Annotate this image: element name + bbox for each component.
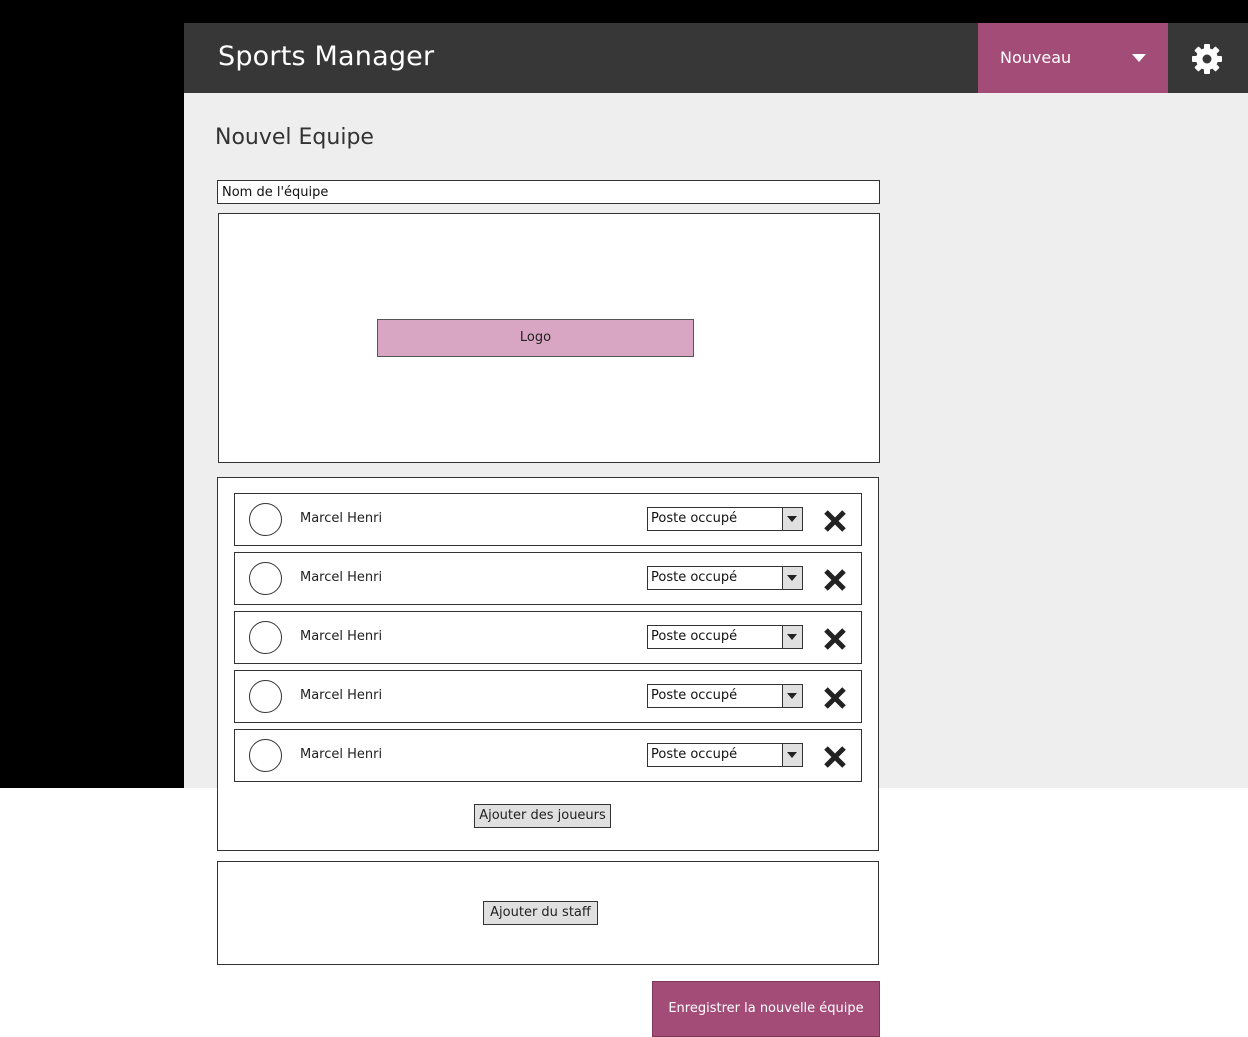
player-row: Marcel Henri Poste occupé (234, 611, 862, 664)
add-players-button[interactable]: Ajouter des joueurs (474, 804, 611, 828)
gear-icon[interactable] (1191, 43, 1223, 75)
chevron-down-icon (782, 508, 802, 530)
avatar (249, 739, 282, 772)
logo-upload-area: Logo (218, 213, 880, 463)
role-select-value: Poste occupé (651, 747, 738, 762)
avatar (249, 621, 282, 654)
page-title: Nouvel Equipe (215, 125, 374, 150)
close-icon[interactable] (823, 686, 847, 710)
team-name-input[interactable] (217, 180, 880, 204)
logo-button[interactable]: Logo (377, 319, 694, 357)
avatar (249, 562, 282, 595)
left-black-area (0, 0, 184, 788)
role-select[interactable]: Poste occupé (647, 507, 803, 531)
app-header: Sports Manager Nouveau (184, 23, 1248, 93)
role-select[interactable]: Poste occupé (647, 684, 803, 708)
staff-panel: Ajouter du staff (217, 861, 879, 965)
new-menu-label: Nouveau (1000, 48, 1072, 67)
top-black-area (184, 0, 1248, 23)
close-icon[interactable] (823, 568, 847, 592)
chevron-down-icon (782, 626, 802, 648)
player-row: Marcel Henri Poste occupé (234, 493, 862, 546)
chevron-down-icon (1132, 54, 1146, 62)
role-select[interactable]: Poste occupé (647, 625, 803, 649)
player-row: Marcel Henri Poste occupé (234, 552, 862, 605)
role-select-value: Poste occupé (651, 688, 738, 703)
avatar (249, 503, 282, 536)
new-menu-button[interactable]: Nouveau (978, 23, 1168, 93)
player-row: Marcel Henri Poste occupé (234, 729, 862, 782)
player-row: Marcel Henri Poste occupé (234, 670, 862, 723)
role-select-value: Poste occupé (651, 570, 738, 585)
role-select[interactable]: Poste occupé (647, 743, 803, 767)
player-name: Marcel Henri (300, 688, 383, 703)
close-icon[interactable] (823, 627, 847, 651)
role-select[interactable]: Poste occupé (647, 566, 803, 590)
chevron-down-icon (782, 685, 802, 707)
save-team-button[interactable]: Enregistrer la nouvelle équipe (652, 981, 880, 1037)
players-panel: Marcel Henri Poste occupé Marcel Henri P… (217, 477, 879, 851)
app-title: Sports Manager (218, 41, 435, 72)
player-name: Marcel Henri (300, 570, 383, 585)
player-name: Marcel Henri (300, 747, 383, 762)
role-select-value: Poste occupé (651, 629, 738, 644)
role-select-value: Poste occupé (651, 511, 738, 526)
avatar (249, 680, 282, 713)
add-staff-button[interactable]: Ajouter du staff (483, 901, 598, 925)
close-icon[interactable] (823, 745, 847, 769)
player-name: Marcel Henri (300, 629, 383, 644)
player-name: Marcel Henri (300, 511, 383, 526)
close-icon[interactable] (823, 509, 847, 533)
chevron-down-icon (782, 744, 802, 766)
chevron-down-icon (782, 567, 802, 589)
